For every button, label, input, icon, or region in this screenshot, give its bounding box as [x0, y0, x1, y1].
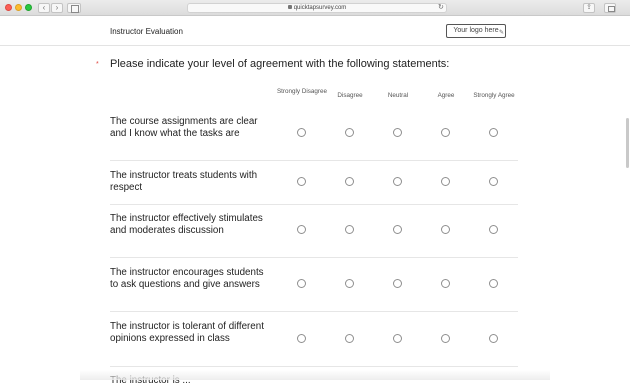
maximize-window-button[interactable]: [25, 4, 32, 11]
address-bar[interactable]: quicktapsurvey.com: [187, 3, 447, 13]
statement-label: The instructor effectively stimulates an…: [110, 213, 263, 236]
radio-neutral[interactable]: [393, 177, 402, 186]
bottom-fade: [80, 370, 550, 380]
column-header: Strongly Agree: [473, 92, 515, 99]
statement-label: The instructor treats students with resp…: [110, 170, 258, 193]
url-text: quicktapsurvey.com: [293, 5, 347, 11]
radio-disagree[interactable]: [345, 177, 354, 186]
radio-neutral[interactable]: [393, 279, 402, 288]
radio-agree[interactable]: [441, 279, 450, 288]
reload-icon[interactable]: ↻: [438, 4, 444, 12]
radio-strongly-disagree[interactable]: [297, 334, 306, 343]
lock-icon: [287, 5, 292, 10]
radio-strongly-agree[interactable]: [489, 128, 498, 137]
radio-disagree[interactable]: [345, 279, 354, 288]
column-header: Agree: [437, 92, 455, 99]
radio-agree[interactable]: [441, 225, 450, 234]
question-text: Please indicate your level of agreement …: [110, 58, 450, 70]
row-divider: [110, 204, 518, 205]
sidebar-toggle-icon[interactable]: [67, 3, 81, 13]
statement-label: The course assignments are clear and I k…: [110, 116, 258, 139]
radio-agree[interactable]: [441, 128, 450, 137]
column-header: Disagree: [337, 92, 363, 99]
row-divider: [110, 311, 518, 312]
radio-disagree[interactable]: [345, 225, 354, 234]
radio-neutral[interactable]: [393, 334, 402, 343]
row-divider: [110, 366, 518, 367]
radio-strongly-agree[interactable]: [489, 177, 498, 186]
statement-label: The instructor encourages students to as…: [110, 267, 264, 290]
radio-neutral[interactable]: [393, 128, 402, 137]
minimize-window-button[interactable]: [15, 4, 22, 11]
edit-icon: ✎: [498, 30, 504, 36]
logo-placeholder-label: Your logo here: [453, 27, 499, 34]
radio-strongly-disagree[interactable]: [297, 128, 306, 137]
radio-strongly-disagree[interactable]: [297, 279, 306, 288]
survey-header: Instructor Evaluation Your logo here ✎: [0, 17, 630, 46]
row-divider: [110, 257, 518, 258]
logo-placeholder[interactable]: Your logo here ✎: [446, 24, 506, 38]
browser-toolbar: ‹ › quicktapsurvey.com ↻ ⇪: [0, 0, 630, 16]
radio-disagree[interactable]: [345, 334, 354, 343]
row-divider: [110, 160, 518, 161]
radio-agree[interactable]: [441, 334, 450, 343]
survey-title: Instructor Evaluation: [110, 27, 183, 36]
scrollbar[interactable]: [626, 118, 629, 168]
share-icon[interactable]: ⇪: [583, 3, 595, 13]
radio-strongly-agree[interactable]: [489, 334, 498, 343]
radio-strongly-disagree[interactable]: [297, 177, 306, 186]
radio-disagree[interactable]: [345, 128, 354, 137]
column-header: Neutral: [387, 92, 409, 99]
radio-strongly-agree[interactable]: [489, 279, 498, 288]
back-icon[interactable]: ‹: [38, 3, 50, 13]
column-header: Strongly Disagree: [276, 88, 328, 95]
close-window-button[interactable]: [5, 4, 12, 11]
tabs-overview-icon[interactable]: [604, 3, 616, 13]
forward-icon[interactable]: ›: [51, 3, 63, 13]
radio-agree[interactable]: [441, 177, 450, 186]
radio-strongly-agree[interactable]: [489, 225, 498, 234]
required-icon: *: [96, 61, 99, 68]
radio-neutral[interactable]: [393, 225, 402, 234]
statement-label: The instructor is tolerant of different …: [110, 321, 264, 344]
radio-strongly-disagree[interactable]: [297, 225, 306, 234]
